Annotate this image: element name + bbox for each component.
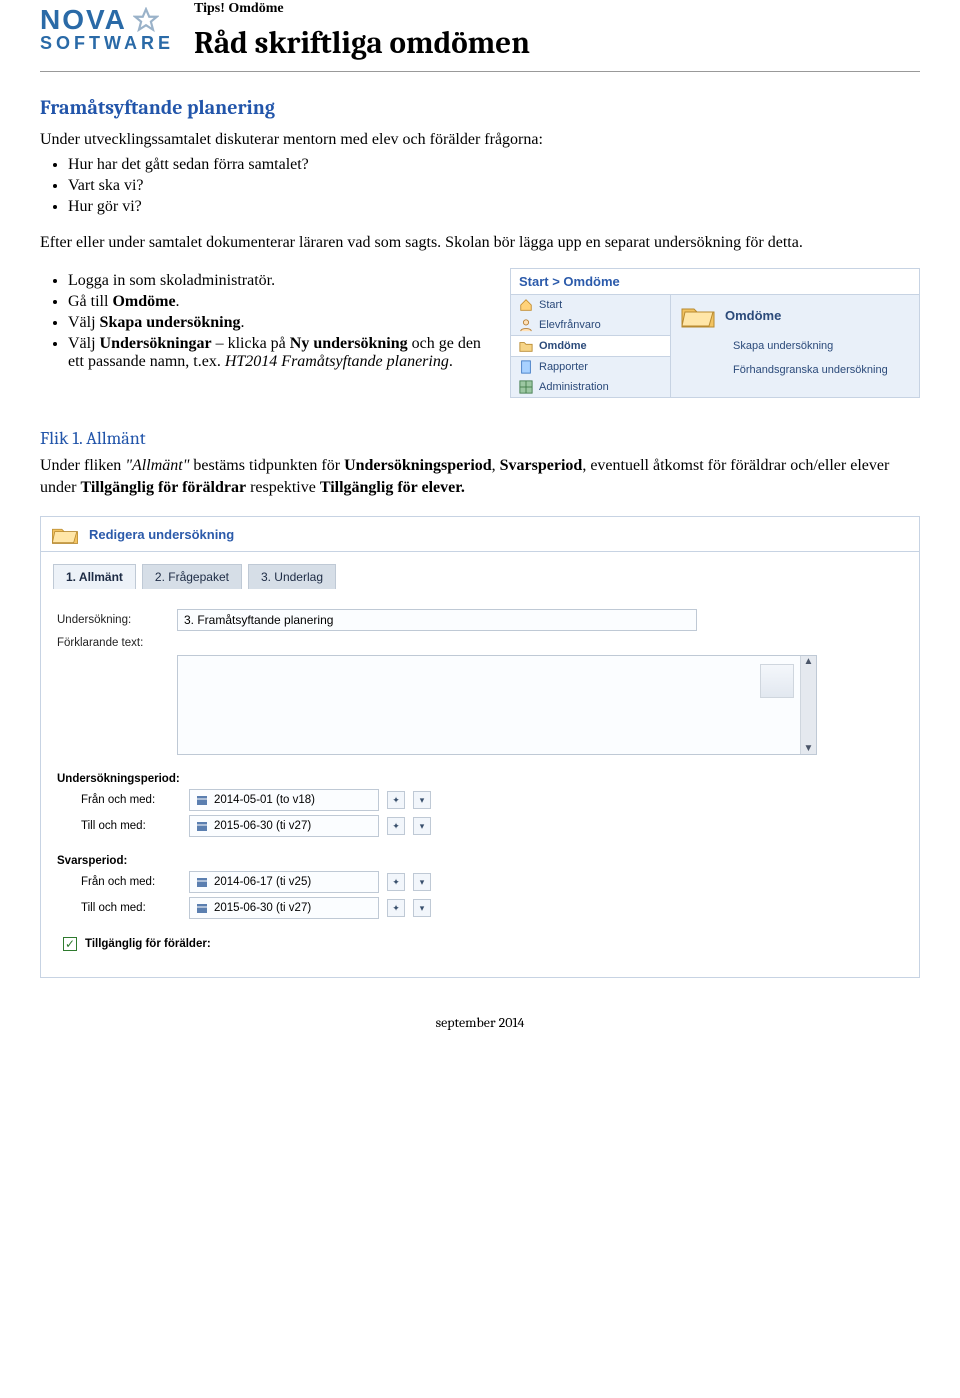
nav-panel-screenshot: Start > Omdöme Start Elevfrånvaro Omdöme <box>510 268 920 398</box>
document-icon <box>519 360 533 374</box>
divider <box>40 71 920 72</box>
nudge-button[interactable]: ✦ <box>387 791 405 809</box>
folder-icon <box>519 339 533 353</box>
calendar-icon <box>196 820 208 832</box>
textarea-forklarande[interactable]: ▲▼ <box>177 655 817 755</box>
tips-label: Tips! Omdöme <box>194 0 530 19</box>
date-sp-to[interactable]: 2015-06-30 (ti v27) <box>189 897 379 919</box>
label-fran: Från och med: <box>81 876 181 888</box>
intro-paragraph: Under utvecklingssamtalet diskuterar men… <box>40 129 920 151</box>
label-fran: Från och med: <box>81 794 181 806</box>
breadcrumb: Start > Omdöme <box>511 269 919 295</box>
home-icon <box>519 298 533 312</box>
nav-start[interactable]: Start <box>511 295 670 315</box>
dropdown-button[interactable]: ▾ <box>413 899 431 917</box>
tab-bar: 1. Allmänt 2. Frågepaket 3. Underlag <box>41 552 919 589</box>
grid-icon <box>519 380 533 394</box>
panel-title: Redigera undersökning <box>89 527 234 542</box>
calendar-icon <box>196 876 208 888</box>
label-undersokning: Undersökning: <box>57 614 167 626</box>
tab-fragepaket[interactable]: 2. Frågepaket <box>142 564 242 589</box>
open-folder-icon <box>681 301 715 329</box>
nudge-button[interactable]: ✦ <box>387 899 405 917</box>
list-item: Vart ska vi? <box>68 177 920 195</box>
form-panel-screenshot: Redigera undersökning 1. Allmänt 2. Fråg… <box>40 516 920 978</box>
nudge-button[interactable]: ✦ <box>387 873 405 891</box>
intro-paragraph-2: Efter eller under samtalet dokumenterar … <box>40 232 920 254</box>
page-title: Råd skriftliga omdömen <box>194 25 530 61</box>
tab-allmant[interactable]: 1. Allmänt <box>53 564 136 589</box>
dropdown-button[interactable]: ▾ <box>413 873 431 891</box>
list-item: Hur gör vi? <box>68 198 920 216</box>
input-undersokning[interactable] <box>177 609 697 631</box>
list-item: Logga in som skoladministratör. <box>68 272 484 290</box>
star-icon <box>133 7 159 33</box>
logo: NOVA SOFTWARE <box>40 0 174 52</box>
logo-nova-text: NOVA <box>40 6 127 34</box>
flik1-paragraph: Under fliken "Allmänt" bestäms tidpunkte… <box>40 455 920 498</box>
person-icon <box>519 318 533 332</box>
calendar-icon <box>196 902 208 914</box>
list-item: Gå till Omdöme. <box>68 293 484 311</box>
label-tillganglig-foralder: Tillgänglig för förälder: <box>85 938 211 950</box>
nav-administration[interactable]: Administration <box>511 377 670 397</box>
panel-title: Omdöme <box>725 308 781 323</box>
date-sp-from[interactable]: 2014-06-17 (ti v25) <box>189 871 379 893</box>
tab-underlag[interactable]: 3. Underlag <box>248 564 336 589</box>
date-up-to[interactable]: 2015-06-30 (ti v27) <box>189 815 379 837</box>
checkbox-tillganglig-foralder[interactable]: ✓ <box>63 937 77 951</box>
list-item: Välj Undersökningar – klicka på Ny under… <box>68 335 484 371</box>
page-header: NOVA SOFTWARE Tips! Omdöme Råd skriftlig… <box>40 0 920 61</box>
logo-software-text: SOFTWARE <box>40 34 174 52</box>
open-folder-icon <box>51 523 79 545</box>
side-nav: Start Elevfrånvaro Omdöme Rapporter <box>511 295 671 397</box>
flik1-heading: Flik 1. Allmänt <box>40 428 920 449</box>
link-forhandsgranska[interactable]: Förhandsgranska undersökning <box>725 359 909 383</box>
question-list: Hur har det gått sedan förra samtalet? V… <box>68 156 920 216</box>
label-till: Till och med: <box>81 902 181 914</box>
label-undersokningsperiod: Undersökningsperiod: <box>57 773 903 785</box>
list-item: Hur har det gått sedan förra samtalet? <box>68 156 920 174</box>
nav-rapporter[interactable]: Rapporter <box>511 357 670 377</box>
nudge-button[interactable]: ✦ <box>387 817 405 835</box>
nav-omdome[interactable]: Omdöme <box>511 335 670 357</box>
label-till: Till och med: <box>81 820 181 832</box>
label-svarsperiod: Svarsperiod: <box>57 855 903 867</box>
nav-elevfranvaro[interactable]: Elevfrånvaro <box>511 315 670 335</box>
page-footer: september 2014 <box>40 1014 920 1031</box>
section-heading: Framåtsyftande planering <box>40 96 920 119</box>
toolbar-widget-icon[interactable] <box>760 664 794 698</box>
dropdown-button[interactable]: ▾ <box>413 817 431 835</box>
label-forklarande-text: Förklarande text: <box>57 637 167 649</box>
date-up-from[interactable]: 2014-05-01 (to v18) <box>189 789 379 811</box>
dropdown-button[interactable]: ▾ <box>413 791 431 809</box>
link-skapa-undersokning[interactable]: Skapa undersökning <box>725 335 909 359</box>
calendar-icon <box>196 794 208 806</box>
scrollbar[interactable]: ▲▼ <box>800 656 816 754</box>
steps-list: Logga in som skoladministratör. Gå till … <box>68 272 484 371</box>
list-item: Välj Skapa undersökning. <box>68 314 484 332</box>
